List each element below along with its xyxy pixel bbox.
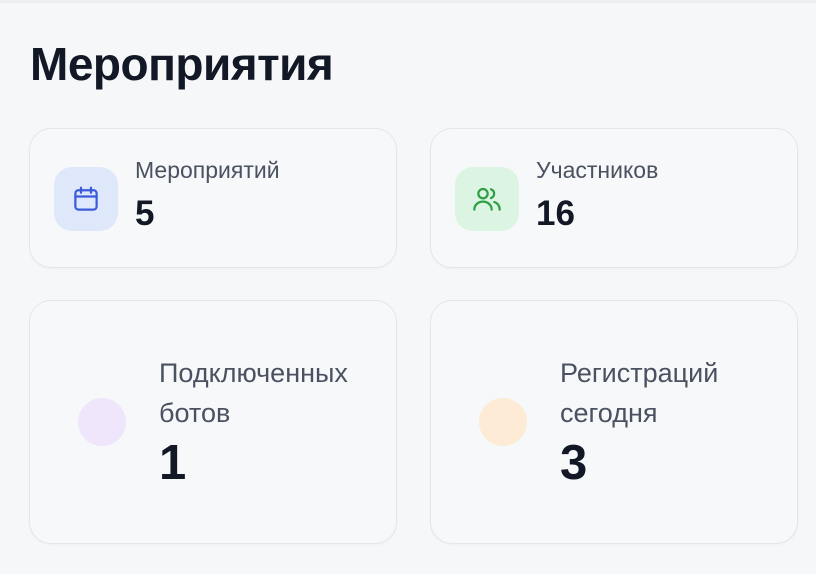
stat-card-bots[interactable]: Подключенных ботов 1: [29, 300, 397, 544]
dashboard-page: Мероприятия Мероприятий 5 Участников 16: [0, 0, 816, 574]
stat-card-events[interactable]: Мероприятий 5: [29, 128, 397, 268]
stat-label: Регистраций сегодня: [560, 358, 719, 428]
stat-value: 16: [536, 194, 575, 233]
stat-card-registrations[interactable]: Регистраций сегодня 3: [430, 300, 798, 544]
bot-icon: [78, 398, 126, 446]
stat-value: 1: [159, 436, 187, 490]
calendar-icon: [54, 167, 118, 231]
stat-label: Участников: [536, 157, 659, 183]
stat-label: Подключенных ботов: [159, 358, 348, 428]
stat-label: Мероприятий: [135, 157, 280, 183]
registration-icon: [479, 398, 527, 446]
stat-value: 3: [560, 436, 588, 490]
users-icon: [455, 167, 519, 231]
top-border: [0, 0, 816, 3]
page-title: Мероприятия: [30, 38, 334, 90]
stat-value: 5: [135, 194, 155, 233]
stat-card-participants[interactable]: Участников 16: [430, 128, 798, 268]
